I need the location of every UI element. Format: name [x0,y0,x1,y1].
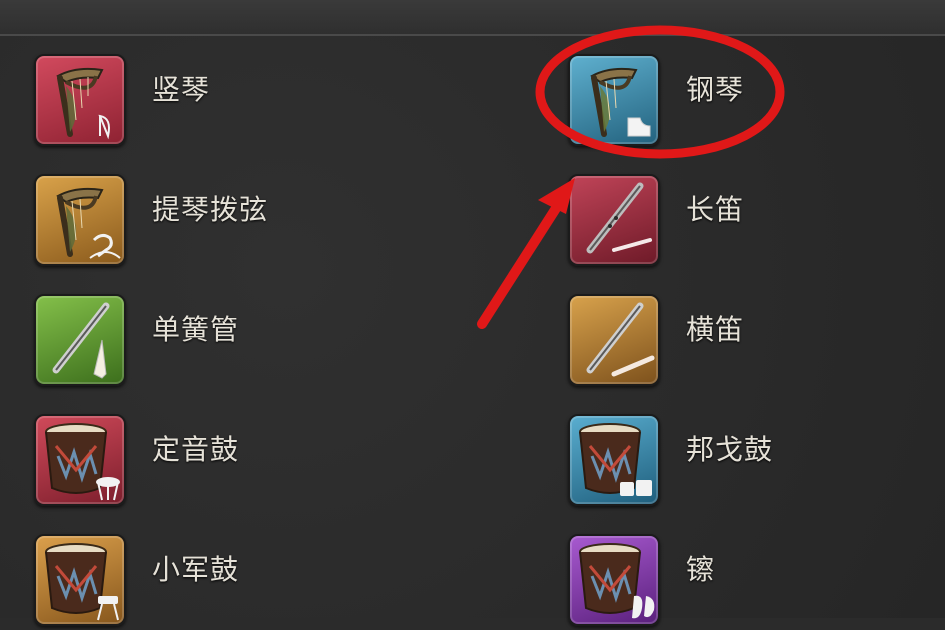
bongo-icon [568,414,660,506]
instrument-item-cymbal[interactable]: 镲 [568,534,945,630]
top-bar [0,0,945,36]
instrument-item-clarinet[interactable]: 单簧管 [34,294,434,390]
instrument-label-fife: 长笛 [686,193,745,226]
instrument-item-timpani[interactable]: 定音鼓 [34,414,434,510]
cymbal-icon [568,534,660,626]
instrument-item-flute[interactable]: 横笛 [568,294,945,390]
instrument-label-harp: 竖琴 [152,73,211,106]
snare-drum-icon [34,534,126,626]
instrument-item-piano[interactable]: 钢琴 [568,54,945,150]
instrument-item-harp[interactable]: 竖琴 [34,54,434,150]
instrument-label-cymbal: 镲 [686,553,716,586]
flute-icon [568,294,660,386]
instrument-label-snare: 小军鼓 [152,553,240,586]
clarinet-icon [34,294,126,386]
piano-icon [568,54,660,146]
instrument-grid: 竖琴 钢琴 提琴拨弦 长笛 单簧管 横笛 定音鼓 邦戈鼓 小军鼓 镲 [0,36,945,626]
instrument-item-snare[interactable]: 小军鼓 [34,534,434,630]
instrument-item-bongo[interactable]: 邦戈鼓 [568,414,945,510]
instrument-label-bongo: 邦戈鼓 [686,433,774,466]
timpani-icon [34,414,126,506]
harp-icon [34,54,126,146]
lute-icon [34,174,126,266]
instrument-item-lute[interactable]: 提琴拨弦 [34,174,434,270]
instrument-label-timpani: 定音鼓 [152,433,240,466]
fife-icon [568,174,660,266]
instrument-item-fife[interactable]: 长笛 [568,174,945,270]
instrument-label-clarinet: 单簧管 [152,313,240,346]
instrument-label-flute: 横笛 [686,313,745,346]
instrument-label-piano: 钢琴 [686,73,745,106]
instrument-label-lute: 提琴拨弦 [152,193,269,226]
